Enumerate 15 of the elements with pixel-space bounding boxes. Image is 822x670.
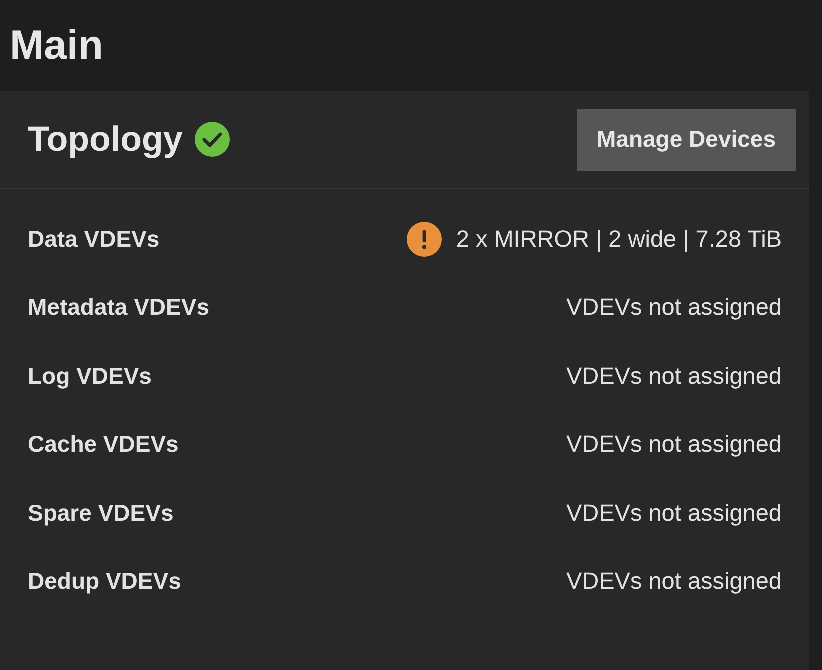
vdev-label: Data VDEVs: [28, 226, 160, 253]
vdev-label: Log VDEVs: [28, 362, 152, 390]
vdev-label: Metadata VDEVs: [28, 294, 210, 322]
vdev-value: VDEVs not assigned: [566, 362, 782, 390]
vdev-label: Cache VDEVs: [28, 431, 179, 458]
vdev-label: Spare VDEVs: [28, 500, 174, 527]
manage-devices-button[interactable]: Manage Devices: [577, 108, 796, 170]
vdev-value: VDEVs not assigned: [566, 500, 782, 527]
vdev-value: VDEVs not assigned: [566, 294, 782, 322]
vdev-value: VDEVs not assigned: [566, 431, 782, 458]
vdev-value: 2 x MIRROR | 2 wide | 7.28 TiB: [456, 226, 782, 253]
page-title: Main: [10, 25, 104, 66]
vdev-label: Dedup VDEVs: [28, 568, 182, 596]
card-title: Topology: [28, 122, 183, 157]
vdev-value: VDEVs not assigned: [566, 568, 782, 596]
